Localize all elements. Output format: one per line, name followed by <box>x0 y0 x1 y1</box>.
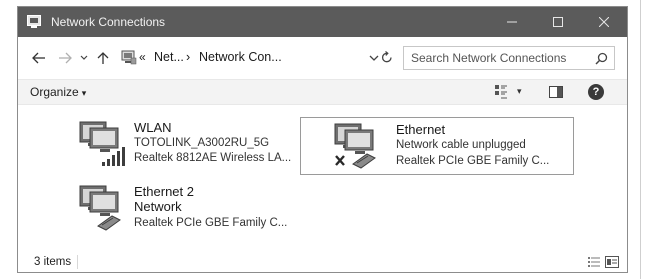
breadcrumb-network-connections[interactable]: Network Con... <box>199 50 282 64</box>
connection-name: Ethernet 2 <box>134 184 194 199</box>
connection-status: Network cable unplugged <box>396 139 526 151</box>
back-button[interactable] <box>28 47 50 69</box>
ethernet-adapter-icon <box>79 185 121 231</box>
maximize-icon <box>553 17 563 27</box>
details-view-icon[interactable] <box>588 256 600 268</box>
navigation-bar: « Net... › Network Con... <box>18 45 627 71</box>
close-button[interactable] <box>581 7 627 37</box>
title-bar[interactable]: Network Connections <box>18 7 627 37</box>
breadcrumb-network[interactable]: Net... <box>154 50 184 64</box>
connection-item-wlan[interactable]: WLAN TOTOLINK_A3002RU_5G Realtek 8812AE … <box>76 120 312 172</box>
search-input[interactable] <box>411 50 581 66</box>
close-icon <box>599 17 609 27</box>
forward-button[interactable] <box>54 47 76 69</box>
maximize-button[interactable] <box>535 7 581 37</box>
more-view-options-caret[interactable]: ▾ <box>517 86 522 97</box>
search-icon[interactable] <box>595 52 608 65</box>
connection-adapter: Realtek 8812AE Wireless LA... <box>134 152 292 164</box>
status-divider <box>77 255 78 269</box>
status-bar: 3 items <box>18 251 627 273</box>
breadcrumb-separator[interactable]: › <box>186 50 190 64</box>
connection-name: Ethernet <box>396 122 446 137</box>
organize-caret: ▾ <box>81 88 87 98</box>
command-bar: Organize ▾ ▾ ? <box>18 79 627 105</box>
item-count: 3 items <box>34 256 72 268</box>
connection-item-ethernet[interactable]: Ethernet Network cable unplugged Realtek… <box>300 117 574 175</box>
forward-arrow-icon <box>59 52 72 64</box>
preview-pane-icon[interactable] <box>549 86 563 98</box>
connection-item-ethernet-2[interactable]: Ethernet 2 Network Realtek PCIe GBE Fami… <box>76 184 312 238</box>
network-connections-icon <box>27 15 41 28</box>
up-button[interactable] <box>93 47 113 69</box>
organize-label: Organize <box>30 85 79 99</box>
help-icon: ? <box>592 86 600 98</box>
breadcrumb-overflow[interactable]: « <box>139 50 146 64</box>
chevron-down-icon <box>80 55 88 60</box>
minimize-button[interactable] <box>489 7 535 37</box>
page-scrollbar-edge <box>640 0 641 279</box>
refresh-button[interactable] <box>378 48 396 66</box>
back-arrow-icon <box>32 52 45 64</box>
connection-adapter: Realtek PCIe GBE Family C... <box>134 217 288 229</box>
address-bar[interactable]: « Net... › Network Con... <box>119 47 394 69</box>
connection-network: TOTOLINK_A3002RU_5G <box>134 137 270 149</box>
help-button[interactable]: ? <box>588 84 604 100</box>
ethernet-adapter-icon <box>334 123 376 169</box>
organize-menu-button[interactable]: Organize ▾ <box>30 85 86 99</box>
window-title: Network Connections <box>51 15 166 29</box>
wireless-adapter-icon <box>79 121 125 166</box>
up-arrow-icon <box>97 52 109 64</box>
change-view-icon[interactable] <box>494 84 508 100</box>
connection-network: Network <box>134 199 182 214</box>
minimize-icon <box>507 21 517 23</box>
explorer-window: Network Connections « Net... › Network C… <box>17 6 628 273</box>
search-box[interactable] <box>403 46 615 70</box>
connection-name: WLAN <box>134 120 172 135</box>
connection-adapter: Realtek PCIe GBE Family C... <box>396 155 550 167</box>
refresh-icon <box>381 50 392 62</box>
network-folder-icon <box>121 50 137 65</box>
tiles-view-icon[interactable] <box>605 256 619 268</box>
recent-locations-button[interactable] <box>77 47 91 69</box>
